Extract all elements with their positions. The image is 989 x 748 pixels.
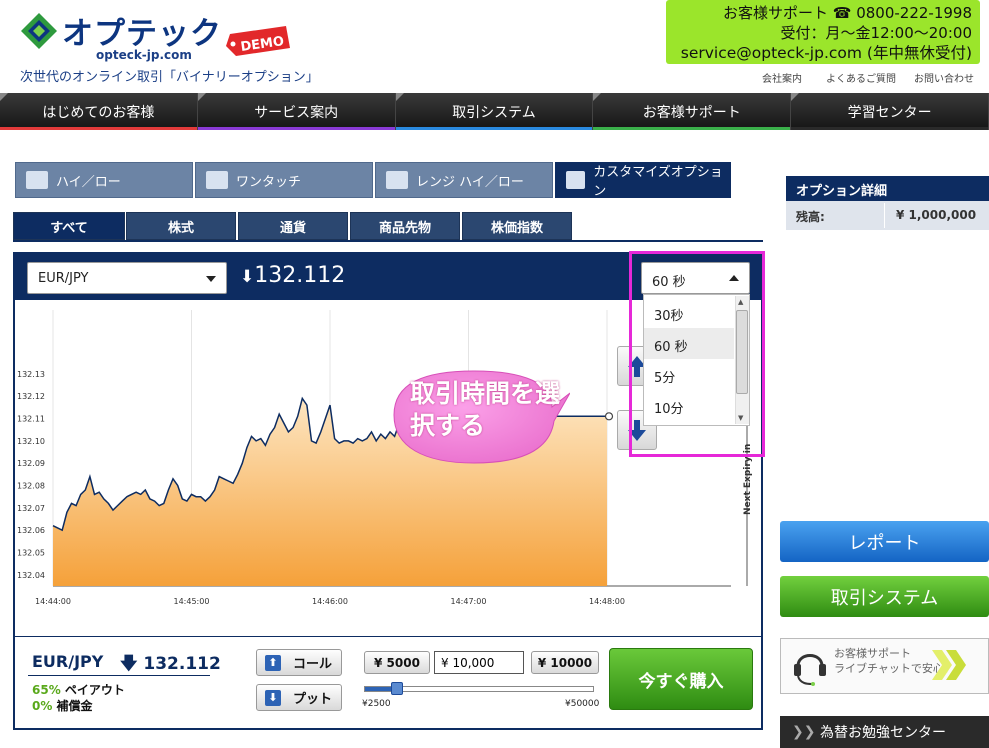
support-phone: お客様サポート ☎ 0800-222-1998 <box>722 4 972 22</box>
high-low-icon <box>26 171 48 189</box>
faq-link[interactable]: よくあるご質問 <box>826 70 896 85</box>
slider-min-label: ¥2500 <box>362 699 391 709</box>
y-tick-label: 132.12 <box>17 392 45 401</box>
current-price-dot <box>604 412 614 421</box>
down-arrow-icon: ⬇ <box>240 267 255 287</box>
nav-item-label: お客様サポート <box>642 104 741 121</box>
insurance-label: 補償金 <box>52 699 93 713</box>
tab-underline <box>13 240 763 242</box>
y-tick-label: 132.09 <box>17 459 45 468</box>
nav-item-beginners[interactable]: はじめてのお客様 <box>0 93 198 130</box>
study-center-header[interactable]: ❯❯ 為替お勉強センター <box>780 716 989 748</box>
chevron-down-icon <box>206 276 216 282</box>
tab-label: レンジ ハイ／ロー <box>416 174 524 190</box>
y-tick-label: 132.06 <box>17 526 45 535</box>
callout-text: 取引時間を選択する <box>410 379 561 440</box>
header-price-value: 132.112 <box>254 263 346 288</box>
demo-tag: DEMO <box>226 26 290 56</box>
put-button[interactable]: ⬇ プット <box>256 684 342 711</box>
slider-thumb[interactable] <box>391 682 403 695</box>
x-tick-label: 14:46:00 <box>312 597 348 606</box>
put-label: プット <box>293 692 333 707</box>
y-tick-label: 132.05 <box>17 549 45 558</box>
balance-label: 残高: <box>796 210 825 224</box>
balance-divider <box>884 203 885 228</box>
payout-label: ペイアウト <box>60 683 125 697</box>
call-label: コール <box>293 657 333 672</box>
bottom-underline <box>28 675 210 676</box>
nav-item-trading-system[interactable]: 取引システム <box>395 93 594 130</box>
double-chevron-icon: ❯❯ <box>792 724 816 740</box>
slider-max-label: ¥50000 <box>565 699 600 709</box>
tab-commodities[interactable]: 商品先物 <box>350 212 460 240</box>
range-icon <box>386 171 408 189</box>
tab-all[interactable]: すべて <box>13 212 125 240</box>
main-nav: はじめてのお客様 サービス案内 取引システム お客様サポート 学習センター <box>0 93 989 130</box>
y-tick-label: 132.10 <box>17 437 45 446</box>
bottom-pair: EUR/JPY <box>32 652 104 671</box>
tab-label: カスタマイズオプション <box>593 165 723 199</box>
pair-select-value: EUR/JPY <box>38 271 89 286</box>
support-email[interactable]: service@opteck-jp.com (年中無休受付) <box>666 43 972 63</box>
hourglass-icon <box>566 171 586 189</box>
highlight-box <box>629 251 765 457</box>
logo-text[interactable]: オプテック <box>62 8 222 53</box>
payout-info: 65% ペイアウト <box>32 681 125 698</box>
support-box: お客様サポート ☎ 0800-222-1998 受付：月～金12:00～20:0… <box>666 0 980 64</box>
headset-icon <box>794 654 826 686</box>
down-arrow-icon: ⬇ <box>265 689 281 706</box>
amount-high-button[interactable]: ¥ 10000 <box>531 651 599 674</box>
y-tick-label: 132.07 <box>17 504 45 513</box>
tab-stocks[interactable]: 株式 <box>126 212 236 240</box>
tab-label: ワンタッチ <box>236 174 302 190</box>
header-price: ⬇132.112 <box>240 263 345 288</box>
payout-pct: 65% <box>32 683 61 697</box>
call-button[interactable]: ⬆ コール <box>256 649 342 676</box>
tab-indices[interactable]: 株価指数 <box>462 212 572 240</box>
one-touch-icon <box>206 171 228 189</box>
tab-currencies[interactable]: 通貨 <box>238 212 348 240</box>
nav-item-label: サービス案内 <box>254 104 339 121</box>
buy-now-button[interactable]: 今すぐ購入 <box>609 648 753 710</box>
logo-domain: opteck-jp.com <box>96 48 192 62</box>
double-chevron-icon <box>932 650 966 680</box>
tab-one-touch[interactable]: ワンタッチ <box>195 162 373 198</box>
y-tick-label: 132.04 <box>17 571 45 580</box>
y-tick-label: 132.08 <box>17 482 45 491</box>
tab-range-high-low[interactable]: レンジ ハイ／ロー <box>375 162 553 198</box>
x-tick-label: 14:45:00 <box>174 597 210 606</box>
tab-label: ハイ／ロー <box>56 174 121 190</box>
contact-link[interactable]: お問い合わせ <box>914 70 974 85</box>
nav-item-support[interactable]: お客様サポート <box>593 93 792 130</box>
nav-item-learning[interactable]: 学習センター <box>791 93 989 130</box>
x-tick-label: 14:44:00 <box>35 597 71 606</box>
nav-item-label: 取引システム <box>452 104 536 121</box>
nav-item-label: はじめてのお客様 <box>42 104 155 121</box>
support-hours: 受付：月～金12:00～20:00 <box>780 24 972 42</box>
nav-item-label: 学習センター <box>847 104 932 121</box>
logo-diamond-icon <box>21 13 57 49</box>
tagline: 次世代のオンライン取引「バイナリーオプション」 <box>20 70 319 85</box>
company-link[interactable]: 会社案内 <box>762 70 802 85</box>
x-tick-label: 14:47:00 <box>451 597 487 606</box>
balance-value: ¥ 1,000,000 <box>896 208 977 222</box>
option-detail-title: オプション詳細 <box>786 176 989 201</box>
insurance-pct: 0% <box>32 699 53 713</box>
tab-customize-option[interactable]: カスタマイズオプション <box>555 162 731 199</box>
insurance-info: 0% 補償金 <box>32 697 93 714</box>
amount-input[interactable] <box>434 651 524 674</box>
x-tick-label: 14:48:00 <box>589 597 625 606</box>
bottom-separator <box>15 636 761 637</box>
amount-low-button[interactable]: ¥ 5000 <box>364 651 430 674</box>
y-tick-label: 132.13 <box>17 370 45 379</box>
nav-item-services[interactable]: サービス案内 <box>197 93 396 130</box>
report-button[interactable]: レポート <box>780 521 989 562</box>
trading-system-button[interactable]: 取引システム <box>780 576 989 617</box>
tab-high-low[interactable]: ハイ／ロー <box>15 162 193 198</box>
pair-select[interactable]: EUR/JPY <box>27 262 227 294</box>
y-tick-label: 132.11 <box>17 415 45 424</box>
up-arrow-icon: ⬆ <box>265 654 281 671</box>
study-center-label: 為替お勉強センター <box>820 725 946 741</box>
